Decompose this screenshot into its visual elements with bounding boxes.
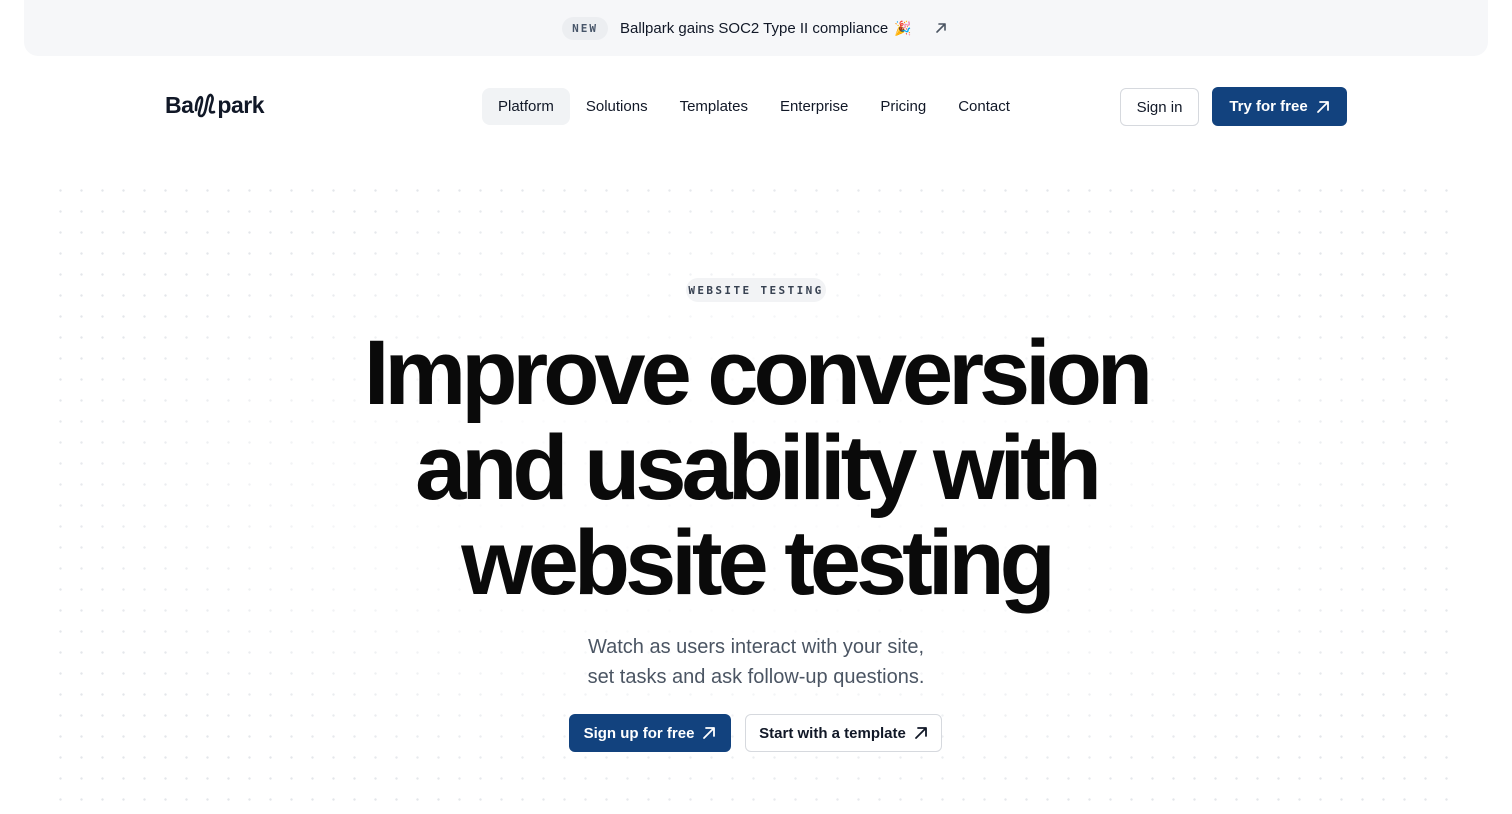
new-badge: NEW	[562, 16, 609, 40]
hero-headline: Improve conversion and usability with we…	[256, 326, 1256, 611]
arrow-up-right-icon	[1316, 100, 1330, 114]
main-nav: Platform Solutions Templates Enterprise …	[482, 88, 1026, 125]
nav-enterprise[interactable]: Enterprise	[764, 88, 864, 125]
hero-subheading: Watch as users interact with your site, …	[456, 632, 1056, 692]
page: NEW Ballpark gains SOC2 Type II complian…	[0, 0, 1512, 814]
arrow-up-right-icon	[914, 726, 928, 740]
logo-text-end: park	[217, 91, 264, 118]
external-arrow-icon[interactable]	[932, 19, 950, 37]
logo-text-start: Ba	[165, 91, 194, 118]
arrow-up-right-icon	[702, 726, 716, 740]
announcement-text[interactable]: Ballpark gains SOC2 Type II compliance 🎉	[620, 20, 912, 37]
nav-solutions[interactable]: Solutions	[570, 88, 664, 125]
start-with-template-button[interactable]: Start with a template	[745, 714, 942, 752]
nav-templates[interactable]: Templates	[664, 88, 764, 125]
announcement-content[interactable]: NEW Ballpark gains SOC2 Type II complian…	[562, 16, 950, 40]
party-popper-icon: 🎉	[894, 19, 912, 36]
site-header: Ba park Platform Solutions Templates Ent…	[0, 84, 1512, 128]
headline-line-2: and usability with	[415, 417, 1102, 519]
headline-line-3: website testing	[461, 512, 1056, 614]
logo-swirl-icon	[192, 90, 218, 120]
announcement-bar[interactable]: NEW Ballpark gains SOC2 Type II complian…	[24, 0, 1488, 56]
sign-in-label: Sign in	[1136, 98, 1183, 116]
sign-in-button[interactable]: Sign in	[1120, 88, 1199, 126]
hero-cta-row: Sign up for free Start with a template	[569, 714, 942, 752]
try-for-free-button[interactable]: Try for free	[1212, 87, 1347, 126]
nav-pricing[interactable]: Pricing	[864, 88, 942, 125]
start-template-label: Start with a template	[759, 724, 906, 742]
sign-up-label: Sign up for free	[583, 724, 695, 742]
subhead-line-2: set tasks and ask follow-up questions.	[587, 666, 925, 688]
nav-platform[interactable]: Platform	[482, 88, 570, 125]
announcement-label: Ballpark gains SOC2 Type II compliance	[620, 19, 889, 37]
sign-up-for-free-button[interactable]: Sign up for free	[569, 714, 731, 752]
hero-eyebrow-tag: WEBSITE TESTING	[686, 278, 826, 302]
ballpark-logo[interactable]: Ba park	[165, 90, 264, 120]
subhead-line-1: Watch as users interact with your site,	[587, 636, 925, 658]
headline-line-1: Improve conversion	[363, 322, 1153, 424]
try-for-free-label: Try for free	[1229, 98, 1308, 115]
nav-contact[interactable]: Contact	[942, 88, 1026, 125]
